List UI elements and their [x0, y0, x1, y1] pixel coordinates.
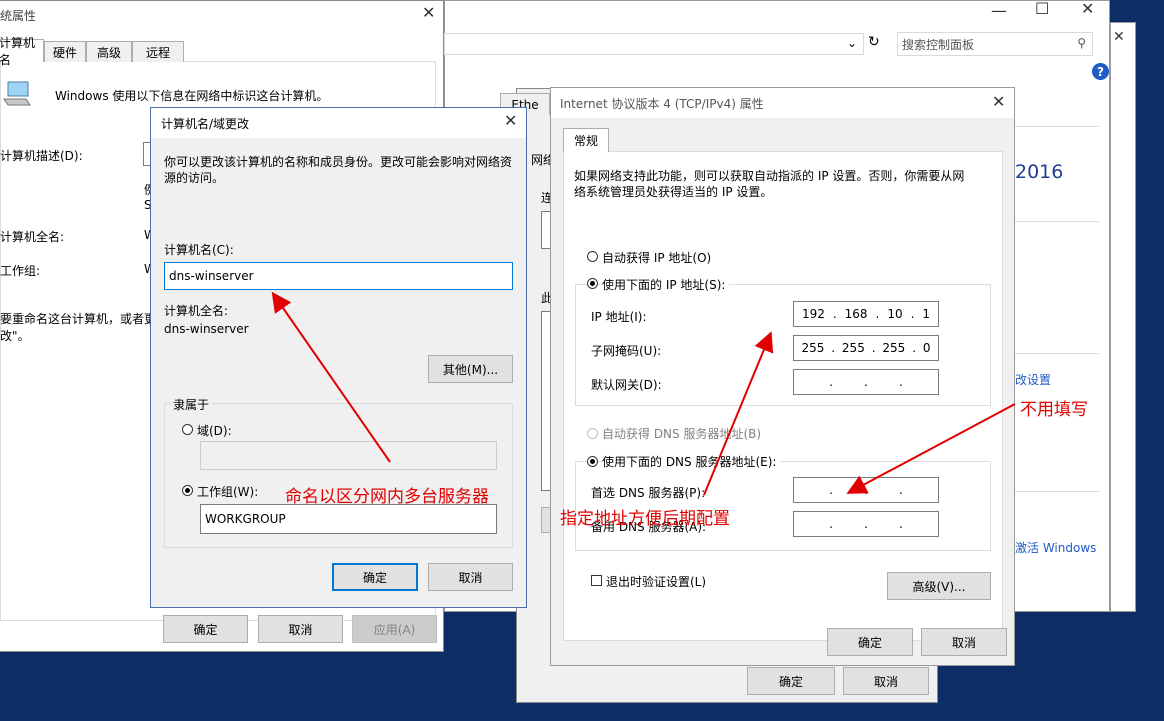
annotation-arrow-1 — [271, 291, 391, 463]
annotation-arrows — [271, 291, 1016, 496]
annotation-arrow-2 — [703, 331, 774, 496]
annotation-arrow-3 — [846, 403, 1016, 494]
annotation-text-3: 不用填写 — [1020, 400, 1088, 420]
annotation-text-2: 指定地址方便后期配置 — [560, 509, 730, 529]
annotation-text-1: 命名以区分网内多台服务器 — [285, 487, 489, 507]
